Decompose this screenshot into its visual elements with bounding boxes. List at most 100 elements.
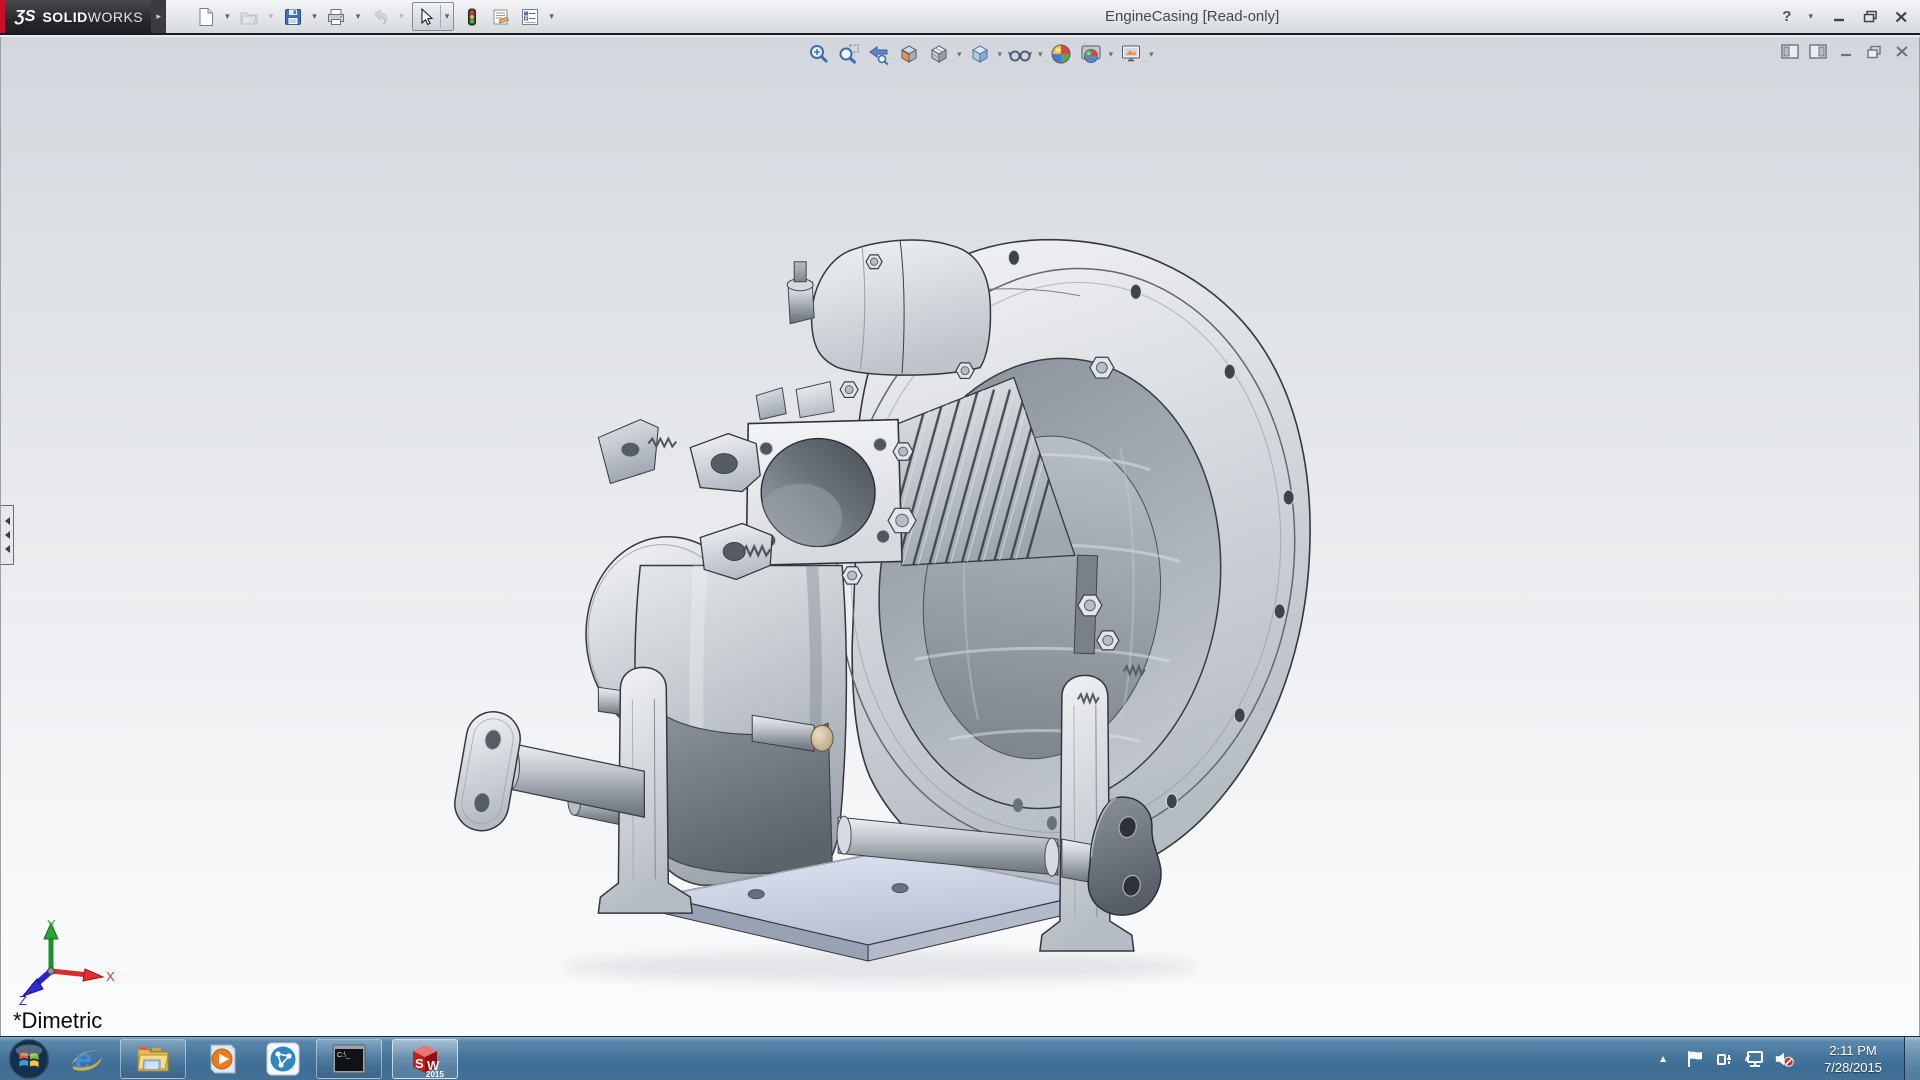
restore-button[interactable] xyxy=(1861,8,1879,26)
taskbar-solidworks[interactable]: S W 2015 xyxy=(392,1039,458,1079)
triad-z-axis: Z xyxy=(19,971,51,1007)
command-prompt-icon: C:\_ xyxy=(331,1043,367,1075)
show-hidden-icons-button[interactable]: ▲ xyxy=(1658,1054,1668,1065)
apply-scene-dropdown[interactable]: ▾ xyxy=(1109,49,1114,60)
display-style-button[interactable] xyxy=(968,42,992,66)
section-view-button[interactable] xyxy=(897,42,921,66)
clock-time: 2:11 PM xyxy=(1810,1042,1896,1059)
doc-restore-button[interactable] xyxy=(1864,43,1883,60)
action-center-flag-icon xyxy=(1685,1049,1705,1069)
taskbar-node-app[interactable] xyxy=(260,1039,306,1079)
windows-taskbar: e xyxy=(0,1036,1920,1080)
view-orientation-dropdown[interactable]: ▾ xyxy=(957,49,962,60)
start-button[interactable] xyxy=(8,1038,50,1080)
hide-show-items-icon xyxy=(1008,43,1032,65)
select-cursor-icon xyxy=(416,7,436,27)
taskbar-command-prompt[interactable]: C:\_ xyxy=(316,1039,382,1079)
hide-show-items-button[interactable] xyxy=(1008,42,1032,66)
internet-explorer-icon: e xyxy=(68,1040,106,1078)
print-dropdown[interactable]: ▾ xyxy=(352,11,365,22)
brand-works: WORKS xyxy=(88,9,143,25)
taskbar-windows-explorer[interactable] xyxy=(120,1039,186,1079)
clock-date: 7/28/2015 xyxy=(1810,1059,1896,1076)
headsup-view-toolbar: ▾ ▾ ▾ xyxy=(807,42,1154,66)
display-style-dropdown[interactable]: ▾ xyxy=(998,49,1003,60)
system-tray: ▲ xyxy=(1658,1037,1920,1080)
save-button[interactable] xyxy=(279,3,306,30)
print-button[interactable] xyxy=(323,3,350,30)
doc-restore-icon xyxy=(1866,45,1882,59)
restore-icon xyxy=(1863,10,1878,23)
ie-letter: e xyxy=(75,1043,92,1076)
power-button[interactable] xyxy=(1714,1048,1736,1070)
select-tool-group: ▾ xyxy=(412,2,455,31)
collapse-arrow-icon xyxy=(5,545,10,553)
open-folder-icon xyxy=(239,7,259,27)
file-properties-button[interactable] xyxy=(487,3,514,30)
view-settings-button[interactable] xyxy=(1119,42,1143,66)
rebuild-traffic-light-icon xyxy=(462,7,482,27)
network-icon xyxy=(1744,1049,1766,1069)
doc-minimize-icon xyxy=(1839,45,1853,58)
brand-solid: SOLID xyxy=(42,9,87,25)
ds-logo-mark: ƷS xyxy=(15,8,35,26)
dock-pane-right-button[interactable] xyxy=(1808,43,1827,60)
select-tool-button[interactable] xyxy=(413,3,440,30)
action-center-button[interactable] xyxy=(1684,1048,1706,1070)
document-title: EngineCasing [Read-only] xyxy=(1105,8,1279,25)
view-orientation-label: *Dimetric xyxy=(13,1008,102,1034)
edit-appearance-button[interactable] xyxy=(1049,42,1073,66)
collapse-arrow-icon xyxy=(5,517,10,525)
taskbar-internet-explorer[interactable]: e xyxy=(64,1039,110,1079)
doc-close-button[interactable] xyxy=(1892,43,1911,60)
select-dropdown[interactable]: ▾ xyxy=(440,5,454,28)
taskbar-media-player[interactable] xyxy=(200,1039,246,1079)
open-button[interactable] xyxy=(236,3,263,30)
undo-dropdown: ▾ xyxy=(395,11,408,22)
dock-pane-left-button[interactable] xyxy=(1780,43,1799,60)
zoom-to-fit-button[interactable] xyxy=(807,42,831,66)
collapsed-panel-tab[interactable] xyxy=(1,505,14,565)
help-dropdown[interactable]: ▾ xyxy=(1804,11,1817,22)
zoom-to-fit-icon xyxy=(808,43,830,65)
print-icon xyxy=(326,7,346,27)
options-button[interactable] xyxy=(516,3,543,30)
engine-casing-model[interactable] xyxy=(1,37,1919,1035)
show-desktop-button[interactable] xyxy=(1904,1037,1920,1080)
media-player-icon xyxy=(205,1041,241,1077)
solidworks-2015-icon: S W 2015 xyxy=(406,1040,444,1078)
dock-pane-left-icon xyxy=(1781,44,1799,59)
network-button[interactable] xyxy=(1744,1048,1766,1070)
save-dropdown[interactable]: ▾ xyxy=(308,11,321,22)
undo-button[interactable] xyxy=(366,3,393,30)
valve-cover xyxy=(787,240,990,375)
file-properties-icon xyxy=(491,7,511,27)
orientation-triad[interactable]: Y X Z xyxy=(11,915,121,1007)
minimize-button[interactable] xyxy=(1830,8,1848,26)
menu-expander-button[interactable]: ▸ xyxy=(151,0,166,33)
options-dropdown[interactable]: ▾ xyxy=(545,11,558,22)
new-document-button[interactable] xyxy=(192,3,219,30)
view-settings-dropdown[interactable]: ▾ xyxy=(1149,49,1154,60)
previous-view-button[interactable] xyxy=(867,42,891,66)
taskbar-clock[interactable]: 2:11 PM 7/28/2015 xyxy=(1810,1042,1896,1076)
doc-minimize-button[interactable] xyxy=(1836,43,1855,60)
save-icon xyxy=(283,7,303,27)
view-orientation-icon xyxy=(928,43,950,65)
close-button[interactable] xyxy=(1892,8,1910,26)
apply-scene-button[interactable] xyxy=(1079,42,1103,66)
graphics-viewport[interactable]: ▾ ▾ ▾ xyxy=(0,37,1920,1036)
hide-show-dropdown[interactable]: ▾ xyxy=(1038,49,1043,60)
volume-button[interactable] xyxy=(1774,1048,1796,1070)
triad-z-label: Z xyxy=(19,993,27,1007)
brand-name: SOLIDWORKS xyxy=(42,9,143,25)
section-view-icon xyxy=(898,43,920,65)
rebuild-button[interactable] xyxy=(458,3,485,30)
triad-x-label: X xyxy=(106,969,115,984)
windows-explorer-icon xyxy=(135,1043,171,1075)
view-orientation-button[interactable] xyxy=(927,42,951,66)
help-button[interactable]: ? xyxy=(1782,8,1791,25)
previous-view-icon xyxy=(868,43,890,65)
zoom-to-area-button[interactable] xyxy=(837,42,861,66)
new-dropdown[interactable]: ▾ xyxy=(221,11,234,22)
